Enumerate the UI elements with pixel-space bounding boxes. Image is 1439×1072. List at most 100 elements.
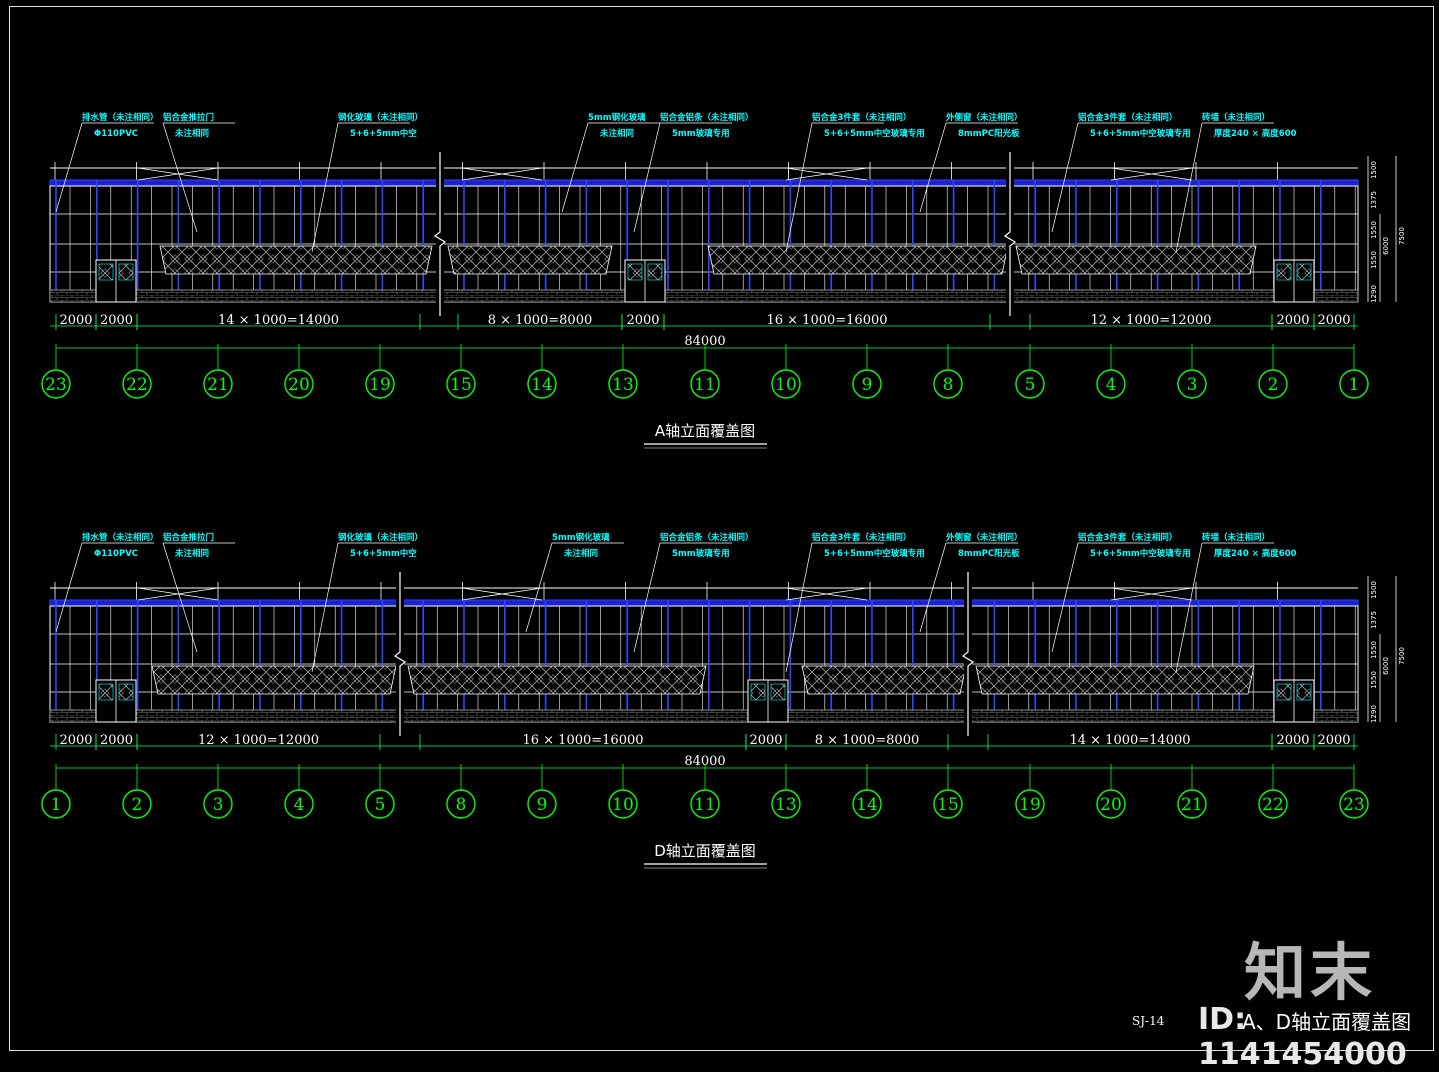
dimension-text: 8 × 1000=8000 — [488, 313, 593, 328]
axis-label: 21 — [207, 375, 229, 395]
axis-bubble: 11 — [690, 764, 720, 819]
callout-leader — [633, 542, 661, 653]
axis-label: 15 — [937, 795, 959, 815]
door-glass-left — [98, 683, 114, 701]
callout-line2: 8mmPC阳光板 — [958, 548, 1020, 559]
callout-line2: 5+6+5mm中空 — [350, 128, 417, 139]
roof-gutter-band — [49, 599, 1359, 607]
right-height-dim: 1290 — [1370, 705, 1378, 723]
callout: 排水管（未注相同） Φ110PVC — [55, 112, 159, 213]
door-glass-left — [98, 263, 114, 281]
sliding-door — [624, 259, 666, 303]
callout-line1: 铝合金3件套（未注相同） — [1078, 532, 1177, 543]
right-height-dim: 7500 — [1398, 647, 1406, 665]
right-height-dim: 1500 — [1370, 581, 1378, 599]
callout-line1: 排水管（未注相同） — [82, 532, 159, 543]
right-height-dim: 1550 — [1370, 671, 1378, 689]
callout-line2: Φ110PVC — [94, 549, 138, 559]
right-height-dim: 1375 — [1370, 611, 1378, 629]
callout-line1: 铝合金3件套（未注相同） — [812, 532, 911, 543]
dimension-text: 2000 — [626, 313, 659, 328]
dimension-text: 2000 — [100, 733, 133, 748]
right-height-dim: 7500 — [1398, 227, 1406, 245]
axis-bubble: 3 — [203, 764, 233, 819]
callout-line1: 5mm钢化玻璃 — [588, 112, 646, 123]
axis-bubble: 19 — [1015, 764, 1045, 819]
callout-line1: 外侧窗（未注相同） — [945, 112, 1023, 123]
roof-cross-brace — [461, 587, 543, 601]
dimension-text: 14 × 1000=14000 — [218, 313, 339, 328]
callout-line2: 5+6+5mm中空玻璃专用 — [824, 548, 925, 559]
axis-bubble: 22 — [1258, 764, 1288, 819]
axis-bubble: 1 — [1339, 344, 1369, 399]
axis-bubble: 13 — [771, 764, 801, 819]
callout-line2: 5+6+5mm中空玻璃专用 — [824, 128, 925, 139]
axis-bubble: 13 — [608, 344, 638, 399]
axis-bubble: 14 — [527, 344, 557, 399]
dimension-text: 2000 — [1276, 733, 1309, 748]
axis-bubble: 10 — [771, 344, 801, 399]
right-height-dim: 1550 — [1370, 641, 1378, 659]
door-glass-right — [118, 683, 134, 701]
axis-label: 13 — [775, 795, 797, 815]
dimension-row: 2000 2000 14 × 1000=14000 8 × 1000=8000 2000… — [50, 313, 1358, 330]
watermark-logo: 知末 — [1244, 936, 1377, 1009]
door-glass-right — [1296, 263, 1312, 281]
door-glass-right — [647, 263, 663, 281]
roof-cross-brace — [137, 587, 219, 601]
axis-label: 14 — [531, 375, 553, 395]
sliding-door — [1273, 259, 1315, 303]
callout-line2: 5+6+5mm中空玻璃专用 — [1090, 128, 1191, 139]
axis-bubble: 9 — [527, 764, 557, 819]
axis-label: 13 — [612, 375, 634, 395]
axis-label: 20 — [288, 375, 310, 395]
dimension-text: 16 × 1000=16000 — [766, 313, 887, 328]
axis-bubble: 21 — [1177, 764, 1207, 819]
axis-label: 14 — [856, 795, 878, 815]
door-glass-left — [627, 263, 643, 281]
sliding-door — [1273, 679, 1315, 723]
axis-bubble: 22 — [122, 344, 152, 399]
dimension-row: 2000 2000 12 × 1000=12000 16 × 1000=16000 20… — [50, 733, 1358, 750]
roof-cross-brace — [1110, 587, 1193, 601]
axis-bubble: 2 — [122, 764, 152, 819]
pc-panel-hatch — [407, 665, 707, 695]
callout-line1: 钢化玻璃（未注相同） — [338, 532, 423, 543]
axis-bubble: 11 — [690, 344, 720, 399]
axis-label: 19 — [1019, 795, 1041, 815]
axis-label: 15 — [450, 375, 472, 395]
axis-label: 2 — [1268, 375, 1279, 395]
axis-label: 21 — [1181, 795, 1203, 815]
door-glass-left — [1276, 263, 1292, 281]
callout-line2: 5+6+5mm中空玻璃专用 — [1090, 548, 1191, 559]
callout-line2: 5mm玻璃专用 — [672, 548, 730, 559]
axis-label: 2 — [132, 795, 143, 815]
axis-bubble: 1 — [41, 764, 71, 819]
callout-line2: 8mmPC阳光板 — [958, 128, 1020, 139]
callout: 5mm钢化玻璃未注相同 — [561, 112, 660, 213]
callout-leader — [162, 542, 198, 653]
dimension-text: 2000 — [1276, 313, 1309, 328]
axis-label: 5 — [375, 795, 386, 815]
axis-label: 20 — [1100, 795, 1122, 815]
dimension-text: 8 × 1000=8000 — [815, 733, 920, 748]
drawing-title: D轴立面覆盖图 — [654, 842, 756, 860]
callout-line1: 钢化玻璃（未注相同） — [338, 112, 423, 123]
roof-cross-brace — [461, 167, 543, 181]
axis-label: 22 — [1262, 795, 1284, 815]
roof-cross-brace — [785, 167, 868, 181]
axis-label: 1 — [51, 795, 62, 815]
roof-cross-brace — [785, 587, 868, 601]
axis-label: 1 — [1349, 375, 1360, 395]
pc-panel-hatch — [1015, 245, 1257, 275]
door-glass-right — [1296, 683, 1312, 701]
callout-line1: 铝合金推拉门 — [163, 112, 214, 123]
callout-line1: 5mm钢化玻璃 — [552, 532, 610, 543]
callout-line1: 外侧窗（未注相同） — [945, 532, 1023, 543]
roof-gutter-band — [49, 179, 1359, 187]
callout: 5mm钢化玻璃未注相同 — [525, 532, 624, 633]
callout-line2: 未注相同 — [174, 128, 209, 139]
axis-bubble: 5 — [1015, 344, 1045, 399]
callout-leader — [1051, 542, 1079, 653]
axis-bubble: 23 — [41, 344, 71, 399]
